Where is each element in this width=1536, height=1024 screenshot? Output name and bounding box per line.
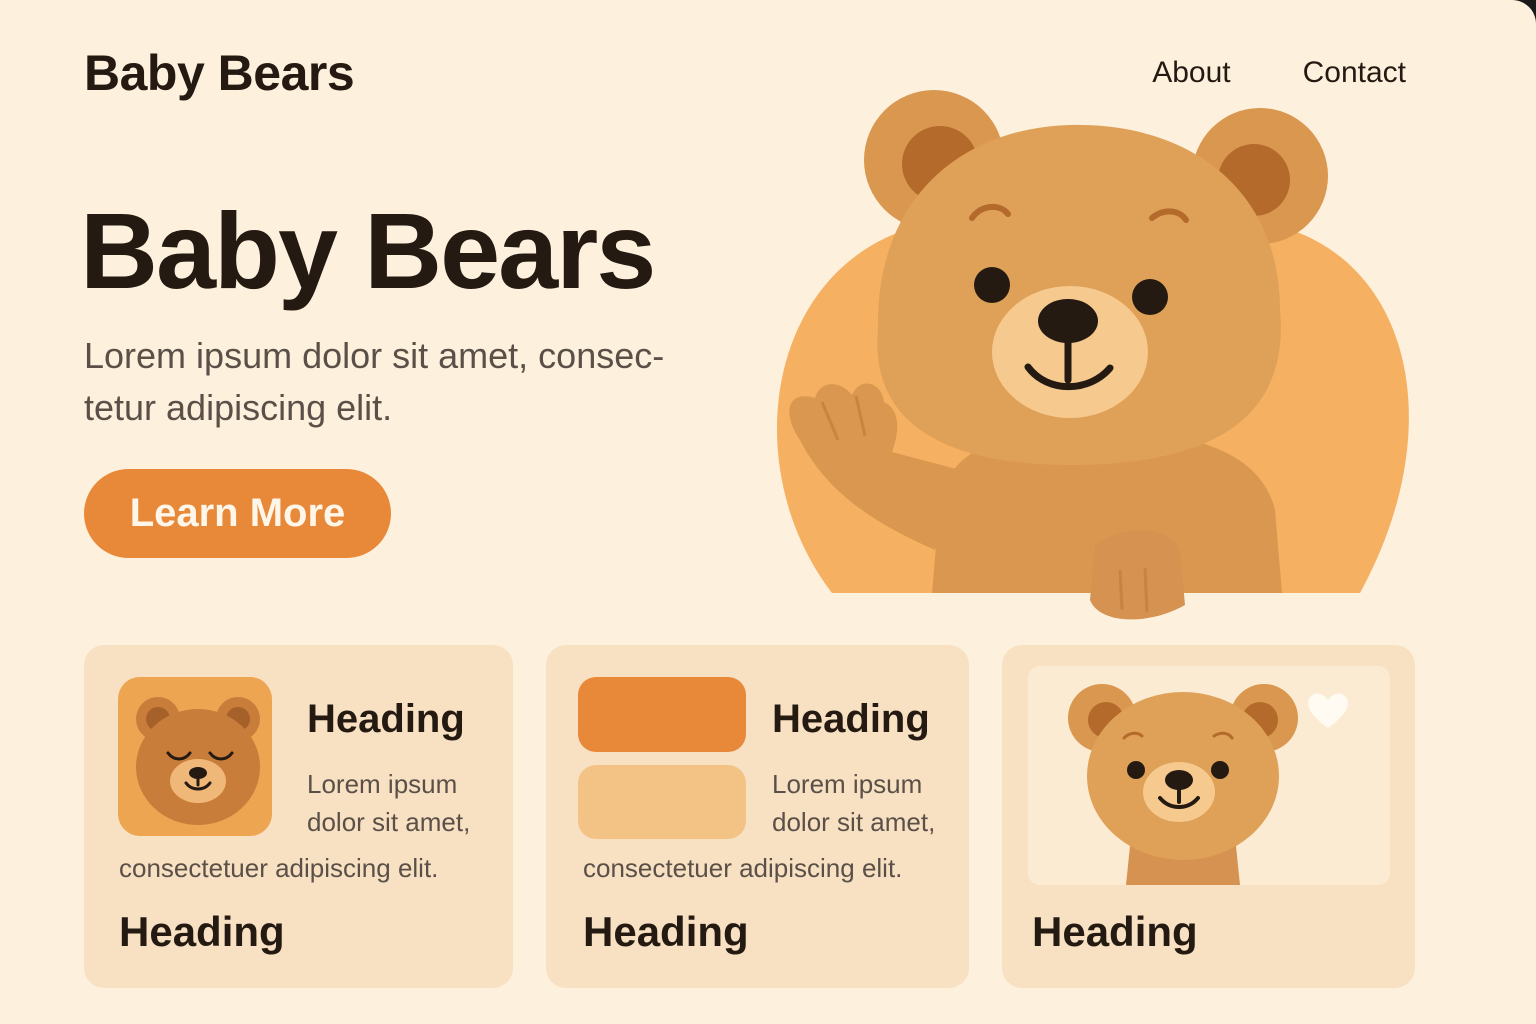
hero-title: Baby Bears — [80, 190, 656, 311]
card-2-text-continued: consectetuer adipiscing elit. — [583, 853, 903, 883]
feature-card-3[interactable]: Heading — [1002, 645, 1415, 988]
feature-card-1[interactable]: Heading Lorem ipsum dolor sit amet, cons… — [84, 645, 513, 988]
sleeping-bear-thumbnail — [118, 677, 272, 836]
bear-resting-paw — [1090, 530, 1185, 620]
card-2-heading: Heading — [772, 697, 930, 741]
heart-icon — [1308, 693, 1348, 728]
bear-nose — [1038, 299, 1098, 343]
card-1-heading: Heading — [307, 697, 465, 741]
card-1-text-continued: consectetuer adipiscing elit. — [119, 853, 439, 883]
page: Baby Bears About Contact Baby Bears Lore… — [0, 0, 1536, 1024]
card-2-text: Lorem ipsum dolor sit amet, — [772, 769, 936, 837]
card-2-footer-heading: Heading — [583, 908, 749, 955]
bear-right-eye — [1132, 279, 1168, 315]
learn-more-button[interactable]: Learn More — [84, 469, 391, 558]
bear-left-eye — [974, 267, 1010, 303]
card-1-text: Lorem ipsum dolor sit amet, — [307, 769, 471, 837]
hero-description: Lorem ipsum dolor sit amet, consec- tetu… — [84, 335, 665, 428]
waving-bear-illustration — [776, 90, 1409, 620]
card-1-footer-heading: Heading — [119, 908, 285, 955]
card-3-footer-heading: Heading — [1032, 908, 1198, 955]
color-swatch-orange — [578, 677, 746, 752]
site-logo[interactable]: Baby Bears — [84, 44, 355, 102]
feature-card-2[interactable]: Heading Lorem ipsum dolor sit amet, cons… — [546, 645, 969, 988]
bear-photo — [1028, 666, 1390, 885]
color-swatch-peach — [578, 765, 746, 839]
